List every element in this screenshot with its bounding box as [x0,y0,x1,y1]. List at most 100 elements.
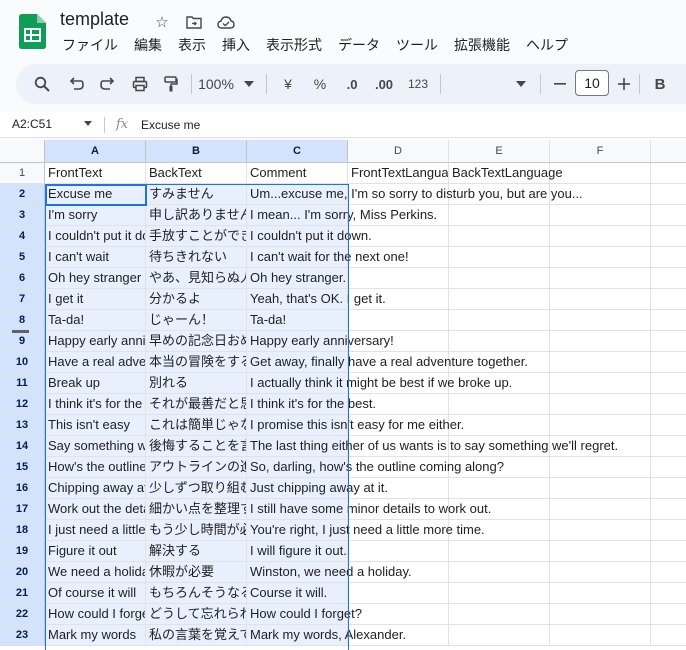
decrease-decimal-button[interactable]: .0 [340,64,364,104]
cell-e21[interactable] [449,583,550,604]
cell-f7[interactable] [550,289,651,310]
cell-b18[interactable]: もう少し時間が必要 [146,520,247,541]
cell-a2[interactable]: Excuse me [45,184,146,205]
cell-b23[interactable]: 私の言葉を覚えておいて [146,625,247,646]
row-header-5[interactable]: 5 [0,247,45,268]
cell-a22[interactable]: How could I forget [45,604,146,625]
cell-f12[interactable] [550,394,651,415]
cell-f5[interactable] [550,247,651,268]
cell-d8[interactable] [348,310,449,331]
cell-e20[interactable] [449,562,550,583]
cell-extra15[interactable] [651,457,686,478]
currency-format-button[interactable]: ¥ [278,64,298,104]
cell-a13[interactable]: This isn't easy [45,415,146,436]
cell-f13[interactable] [550,415,651,436]
cell-f16[interactable] [550,478,651,499]
cell-extra9[interactable] [651,331,686,352]
cell-a12[interactable]: I think it's for the best [45,394,146,415]
cell-e6[interactable] [449,268,550,289]
increase-decimal-button[interactable]: .00 [372,64,396,104]
cell-b13[interactable]: これは簡単じゃない [146,415,247,436]
row-header-2[interactable]: 2 [0,184,45,205]
column-header-a[interactable]: A [45,140,146,163]
number-format-button[interactable]: 123 [406,64,430,104]
cell-e16[interactable] [449,478,550,499]
row-header-4[interactable]: 4 [0,226,45,247]
cell-f9[interactable] [550,331,651,352]
cell-e7[interactable] [449,289,550,310]
cell-extra3[interactable] [651,205,686,226]
cell-a23[interactable]: Mark my words [45,625,146,646]
zoom-dropdown-icon[interactable] [242,64,256,104]
cell-b20[interactable]: 休暇が必要 [146,562,247,583]
menu-format[interactable]: 表示形式 [258,35,330,55]
row-header-13[interactable]: 13 [0,415,45,436]
cell-f6[interactable] [550,268,651,289]
menu-insert[interactable]: 挿入 [214,35,258,55]
cell-extra14[interactable] [651,436,686,457]
cell-f10[interactable] [550,352,651,373]
cell-a11[interactable]: Break up [45,373,146,394]
print-icon[interactable] [128,64,152,104]
cell-f19[interactable] [550,541,651,562]
cell-f3[interactable] [550,205,651,226]
row-header-17[interactable]: 17 [0,499,45,520]
column-header-f[interactable]: F [550,140,651,163]
column-header-e[interactable]: E [449,140,550,163]
cell-e9[interactable] [449,331,550,352]
cell-extra10[interactable] [651,352,686,373]
cell-f1[interactable] [550,163,651,184]
cell-d22[interactable] [348,604,449,625]
cell-b4[interactable]: 手放すことができない [146,226,247,247]
paint-format-icon[interactable] [159,64,183,104]
cell-extra1[interactable] [651,163,686,184]
cell-d6[interactable] [348,268,449,289]
cell-a15[interactable]: How's the outline coming along [45,457,146,478]
cell-extra12[interactable] [651,394,686,415]
cell-a14[interactable]: Say something we'll regret [45,436,146,457]
row-header-11[interactable]: 11 [0,373,45,394]
cell-a8[interactable]: Ta-da! [45,310,146,331]
spreadsheet-grid[interactable]: A B C D E F 1 FrontText BackText Comment FrontText… [0,140,686,650]
name-box-dropdown-icon[interactable] [84,121,92,126]
select-all-corner[interactable] [0,140,45,163]
undo-icon[interactable] [64,64,88,104]
cell-d1[interactable]: FrontTextLanguage [348,163,449,184]
cell-b10[interactable]: 本当の冒険をする [146,352,247,373]
row-header-21[interactable]: 21 [0,583,45,604]
menu-tools[interactable]: ツール [388,35,446,55]
cell-b9[interactable]: 早めの記念日おめでとう [146,331,247,352]
cell-extra4[interactable] [651,226,686,247]
cell-d19[interactable] [348,541,449,562]
cell-a4[interactable]: I couldn't put it down [45,226,146,247]
cell-b14[interactable]: 後悔することを言う [146,436,247,457]
row-header-20[interactable]: 20 [0,562,45,583]
column-header-c[interactable]: C [247,140,348,163]
name-box[interactable]: A2:C51 [12,117,52,131]
cell-b21[interactable]: もちろんそうなる [146,583,247,604]
cell-a18[interactable]: I just need a little more time [45,520,146,541]
cell-extra23[interactable] [651,625,686,646]
cell-a21[interactable]: Of course it will [45,583,146,604]
cell-b22[interactable]: どうして忘れられる [146,604,247,625]
cell-extra22[interactable] [651,604,686,625]
sheets-logo-icon[interactable] [19,14,46,49]
search-menus-icon[interactable] [30,64,54,104]
cell-e3[interactable] [449,205,550,226]
cell-a16[interactable]: Chipping away at it [45,478,146,499]
cell-e8[interactable] [449,310,550,331]
cell-e4[interactable] [449,226,550,247]
cell-a3[interactable]: I'm sorry [45,205,146,226]
star-icon[interactable]: ☆ [150,12,174,32]
cell-e12[interactable] [449,394,550,415]
font-size-input[interactable]: 10 [575,70,609,96]
cell-e23[interactable] [449,625,550,646]
redo-icon[interactable] [96,64,120,104]
row-header-1[interactable]: 1 [0,163,45,184]
cell-extra21[interactable] [651,583,686,604]
row-header-14[interactable]: 14 [0,436,45,457]
row-header-15[interactable]: 15 [0,457,45,478]
row-header-9[interactable]: 9 [0,331,45,352]
cell-extra2[interactable] [651,184,686,205]
cell-extra7[interactable] [651,289,686,310]
